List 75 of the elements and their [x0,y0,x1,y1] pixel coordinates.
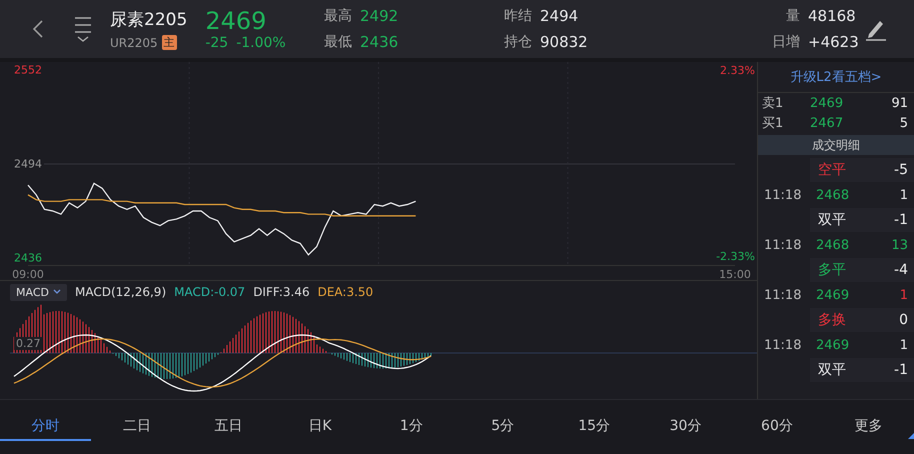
position-change: -1 [894,362,908,378]
period-tab[interactable]: 15分 [548,413,640,441]
time-label: 09:00 [12,268,44,282]
level-price: 2467 [810,116,844,130]
period-tab[interactable]: 日K [274,413,366,441]
macd-value: MACD:-0.07 [174,285,246,300]
percent-change: -1.00% [236,35,286,51]
period-tab[interactable]: 1分 [366,413,458,441]
trade-time: 11:18 [764,188,802,202]
axis-label: -2.33% [716,250,755,263]
main-badge: 主 [162,35,177,50]
axis-label: 2494 [12,158,44,170]
trade-action: 空平 [818,161,846,179]
stat-label: 最低 [324,33,352,51]
trade-time: 11:18 [764,238,802,252]
caret-icon [52,289,61,296]
position-change: -5 [894,162,908,178]
stat-value: 2436 [360,33,398,51]
period-tab[interactable]: 二日 [91,413,183,441]
back-icon[interactable] [32,19,44,39]
diff-value: DIFF:3.46 [253,285,310,300]
trade-time: 11:18 [764,288,802,302]
level-price: 2469 [810,96,844,110]
trade-price: 2468 [816,188,850,202]
stat-label: 最高 [324,7,352,25]
contract-code: UR2205 [110,36,158,50]
menu-icon[interactable] [74,15,92,43]
period-tab[interactable]: 5分 [457,413,548,441]
trade-action: 多平 [818,261,846,279]
stat-label: 日增 [772,33,800,51]
stat-value: 2494 [540,7,578,25]
trade-action: 多换 [818,311,846,329]
position-change: -4 [894,262,908,278]
trade-time: 11:18 [764,338,802,352]
trade-price: 2469 [816,288,850,302]
stat-label: 量 [786,7,800,25]
corner-icon [908,433,914,439]
dea-value: DEA:3.50 [318,285,374,300]
contract-name: 尿素2205 [110,9,188,31]
stat-value: 48168 [808,7,857,25]
stat-value: 90832 [540,33,588,51]
axis-label: 2552 [12,64,44,76]
trade-volume: 13 [890,238,908,252]
period-tab[interactable]: 60分 [731,413,823,441]
last-price: 2469 [205,7,268,35]
trades-header: 成交明细 [758,135,914,155]
trade-price: 2468 [816,238,850,252]
period-tab[interactable]: 更多 [822,413,914,441]
period-tab[interactable]: 分时 [0,413,92,441]
indicator-dropdown[interactable]: MACD [10,284,67,301]
upgrade-link[interactable]: 升级L2看五档> [758,62,914,93]
period-tab[interactable]: 五日 [182,413,274,441]
trade-action: 双平 [818,361,846,379]
price-change: -25 [205,35,228,51]
axis-label: 0.27 [14,337,42,350]
axis-label: 2.33% [720,64,755,77]
level-volume: 91 [890,96,908,110]
stat-value: 2492 [360,7,398,25]
indicator-params: MACD(12,26,9) [74,285,166,300]
period-tab[interactable]: 30分 [640,413,732,441]
time-label: 15:00 [719,268,751,282]
trade-action: 双平 [818,211,846,229]
trade-volume: 1 [898,188,908,202]
level-label: 买1 [762,115,784,132]
trade-price: 2469 [816,338,850,352]
stat-label: 持仓 [504,33,532,51]
stat-value: +4623 [808,33,860,51]
trade-volume: 1 [898,338,908,352]
stat-label: 昨结 [504,7,532,25]
level-volume: 5 [898,116,908,130]
axis-label: 2436 [12,252,44,264]
position-change: -1 [894,212,908,228]
level-label: 卖1 [762,95,784,112]
position-change: 0 [899,312,908,328]
trade-volume: 1 [898,288,908,302]
